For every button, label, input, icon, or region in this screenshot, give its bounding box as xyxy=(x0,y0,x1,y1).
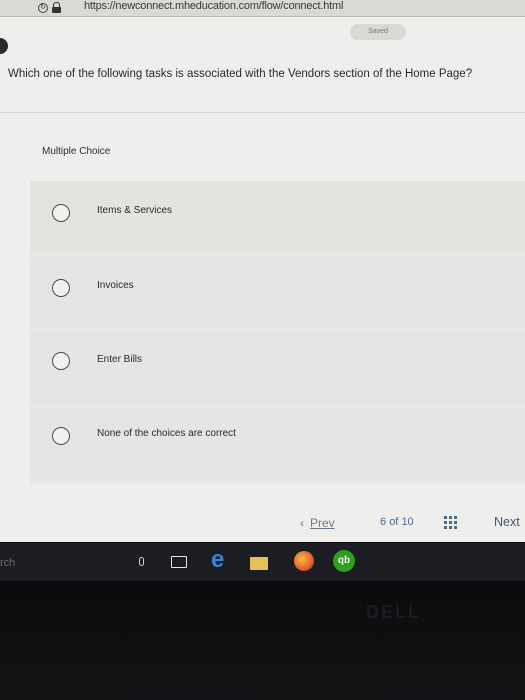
question-divider xyxy=(0,112,525,113)
prev-button[interactable]: ‹ Prev xyxy=(300,516,335,530)
choice-label-1: Items & Services xyxy=(97,205,173,216)
radio-button-4[interactable] xyxy=(52,427,70,445)
choice-item-4[interactable]: None of the choices are correct xyxy=(30,407,525,479)
saved-status-badge: Saved xyxy=(350,24,406,40)
brand-logo: DELL xyxy=(366,602,421,622)
task-view-icon[interactable] xyxy=(171,556,187,568)
current-page: 6 xyxy=(380,516,387,528)
page-counter: 6 of 10 xyxy=(380,516,414,528)
windows-taskbar: rch e qb xyxy=(0,543,525,581)
address-bar-icons: ↻ xyxy=(38,1,61,14)
folder-icon[interactable] xyxy=(250,557,268,570)
microphone-icon[interactable] xyxy=(139,557,144,566)
choice-item-3[interactable]: Enter Bills xyxy=(30,332,525,404)
choice-label-2: Invoices xyxy=(97,280,134,291)
lock-icon xyxy=(52,2,61,13)
edge-icon[interactable]: e xyxy=(211,548,224,572)
choice-item-2[interactable]: Invoices xyxy=(30,257,525,329)
chevron-left-icon: ‹ xyxy=(300,516,304,530)
radio-button-2[interactable] xyxy=(52,279,70,297)
question-text: Which one of the following tasks is asso… xyxy=(8,68,473,80)
laptop-bezel xyxy=(0,581,525,700)
next-button[interactable]: Next xyxy=(494,515,520,529)
of-label: of xyxy=(389,516,399,528)
radio-button-3[interactable] xyxy=(52,352,70,370)
question-navigation: ‹ Prev 6 of 10 Next xyxy=(0,512,525,542)
quiz-page: Saved Which one of the following tasks i… xyxy=(0,17,525,542)
firefox-icon[interactable] xyxy=(294,551,314,571)
radio-button-1[interactable] xyxy=(52,204,70,222)
choices-list: Items & Services Invoices Enter Bills No… xyxy=(30,181,525,484)
sidebar-toggle-dot[interactable] xyxy=(0,38,8,54)
url-text[interactable]: https://newconnect.mheducation.com/flow/… xyxy=(84,0,343,12)
reload-icon[interactable]: ↻ xyxy=(38,2,48,13)
choice-label-3: Enter Bills xyxy=(97,354,143,365)
quickbooks-icon[interactable]: qb xyxy=(333,550,355,572)
quickbooks-icon-label: qb xyxy=(337,555,351,566)
grid-icon[interactable] xyxy=(444,516,457,529)
prev-label: Prev xyxy=(310,516,335,530)
taskbar-search-box[interactable]: rch xyxy=(0,557,15,569)
browser-address-bar[interactable]: ↻ https://newconnect.mheducation.com/flo… xyxy=(0,0,525,17)
choice-item-1[interactable]: Items & Services xyxy=(30,181,525,253)
choice-label-4: None of the choices are correct xyxy=(97,428,236,439)
total-pages: 10 xyxy=(401,516,414,528)
question-type-label: Multiple Choice xyxy=(42,146,111,157)
